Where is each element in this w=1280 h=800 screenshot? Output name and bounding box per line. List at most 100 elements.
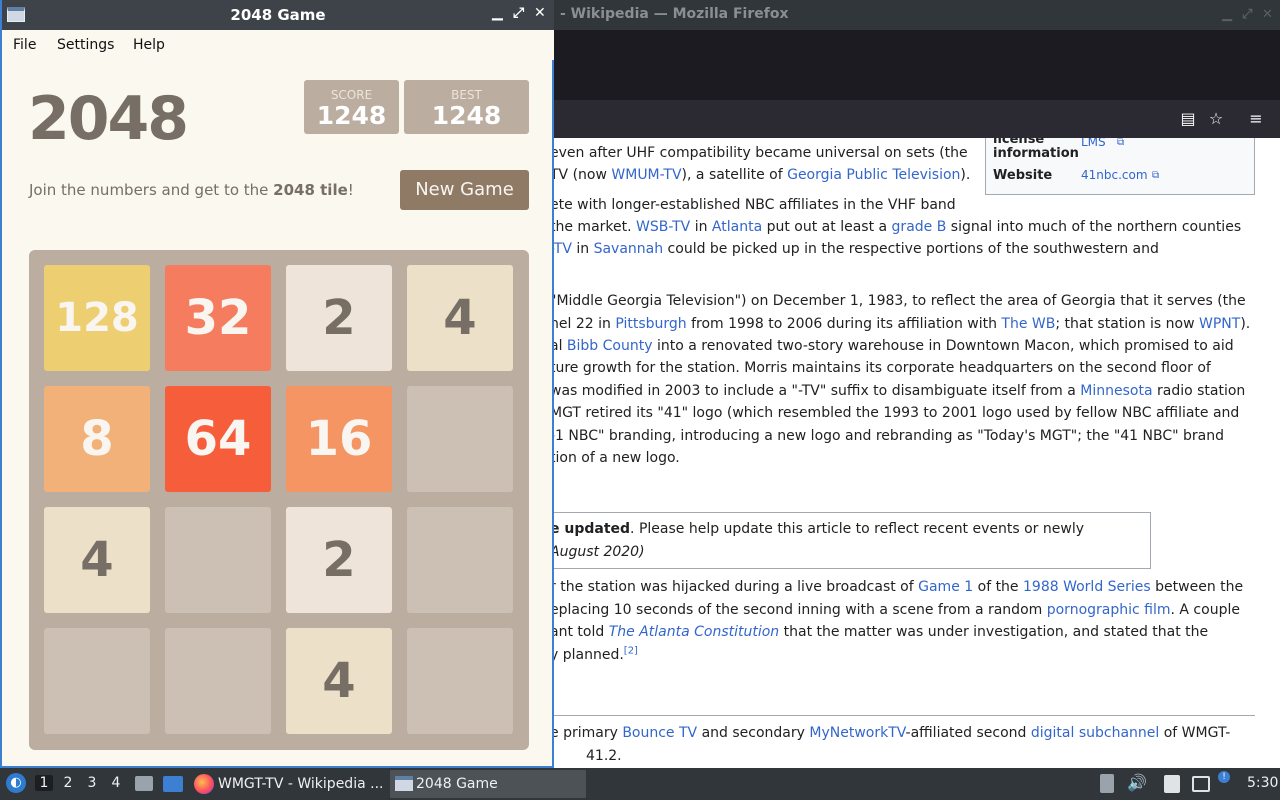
- text-line: y planned.[2]: [550, 645, 638, 665]
- tile-2: 2: [286, 265, 392, 371]
- notice-bold: e updated: [550, 521, 631, 537]
- text: the market.: [550, 219, 637, 235]
- text-line: al Bibb County into a renovated two-stor…: [550, 336, 1234, 356]
- text: ), a satellite of: [681, 167, 788, 183]
- link-wpnt[interactable]: WPNT: [1199, 316, 1240, 332]
- start-menu-icon[interactable]: ◐: [6, 773, 26, 793]
- link-wsb-tv[interactable]: WSB-TV: [636, 219, 690, 235]
- text-line: r the station was hijacked during a live…: [550, 577, 1243, 597]
- link-atlanta-constitution[interactable]: The Atlanta Constitution: [609, 624, 779, 640]
- text-line: 41.2.: [586, 748, 622, 764]
- text: that the matter was under investigation,…: [779, 624, 1209, 640]
- clipboard-icon[interactable]: [1164, 775, 1180, 793]
- firefox-icon: [194, 774, 214, 794]
- network-icon[interactable]: [1192, 776, 1210, 792]
- text: between the: [1150, 579, 1244, 595]
- menu-help[interactable]: Help: [133, 37, 165, 53]
- notification-icon[interactable]: !: [1218, 771, 1230, 783]
- link-pittsburgh[interactable]: Pittsburgh: [615, 316, 686, 332]
- notice-line: e updated. Please help update this artic…: [550, 519, 1084, 539]
- desktop: - Wikipedia — Mozilla Firefox ▁ ⤢ ✕ ▤ ☆ …: [0, 0, 1280, 800]
- link-digital-subchannel[interactable]: digital subchannel: [1031, 725, 1159, 741]
- intro-text: Join the numbers and get to the 2048 til…: [29, 181, 354, 199]
- game-window-title: 2048 Game: [230, 6, 326, 24]
- text-line: ant told The Atlanta Constitution that t…: [550, 622, 1208, 642]
- bookmark-star-icon[interactable]: ☆: [1206, 109, 1226, 129]
- game-titlebar[interactable]: 2048 Game ▁ ⤢ ✕: [2, 0, 554, 30]
- best-label: BEST: [451, 88, 482, 102]
- workspace-4[interactable]: 4: [107, 775, 125, 791]
- app-icon: [395, 776, 413, 791]
- text-line: eplacing 10 seconds of the second inning…: [550, 600, 1240, 620]
- text: r the station was hijacked during a live…: [550, 579, 919, 595]
- link-mynetworktv[interactable]: MyNetworkTV: [809, 725, 905, 741]
- game-window[interactable]: 2048 Game ▁ ⤢ ✕ File Settings Help 2048 …: [0, 0, 554, 768]
- clock[interactable]: 5:30: [1247, 775, 1278, 791]
- link-savannah[interactable]: Savannah: [594, 241, 664, 257]
- text: of the: [973, 579, 1023, 595]
- taskbar-item-label: WMGT-TV - Wikipedia ...: [218, 776, 384, 792]
- link-game-1[interactable]: Game 1: [918, 579, 973, 595]
- menu-icon[interactable]: ≡: [1246, 109, 1266, 129]
- text-line: was modified in 2003 to include a "-TV" …: [550, 381, 1245, 401]
- infobox-link-lms[interactable]: LMS: [1081, 138, 1106, 149]
- text: y planned.: [550, 647, 624, 663]
- workspace-2[interactable]: 2: [59, 775, 77, 791]
- citation-link[interactable]: [2]: [624, 645, 638, 656]
- best-box: BEST 1248: [404, 80, 529, 134]
- menu-file[interactable]: File: [13, 37, 36, 53]
- workspace-1[interactable]: 1: [35, 775, 53, 791]
- text: ; that station is now: [1055, 316, 1200, 332]
- volume-icon[interactable]: 🔊: [1127, 773, 1147, 792]
- text-line: ete with longer-established NBC affiliat…: [550, 197, 956, 213]
- link-bibb-county[interactable]: Bibb County: [567, 338, 653, 354]
- text: TV (now: [550, 167, 612, 183]
- maximize-icon[interactable]: ⤢: [1242, 7, 1252, 22]
- text-line: tion of a new logo.: [550, 450, 680, 466]
- link-minnesota[interactable]: Minnesota: [1080, 383, 1152, 399]
- text: and secondary: [697, 725, 810, 741]
- intro-bold: 2048 tile: [273, 181, 348, 199]
- score-value: 1248: [316, 101, 387, 130]
- close-icon[interactable]: ✕: [1262, 7, 1273, 22]
- menu-settings[interactable]: Settings: [57, 37, 114, 53]
- tile-4: 4: [407, 265, 513, 371]
- link-atlanta[interactable]: Atlanta: [712, 219, 762, 235]
- taskbar-item-2048[interactable]: 2048 Game: [390, 770, 586, 798]
- empty-cell: [165, 628, 271, 734]
- link-grade-b[interactable]: grade B: [892, 219, 947, 235]
- link-the-wb[interactable]: The WB: [1001, 316, 1055, 332]
- text: into a renovated two-story warehouse in …: [652, 338, 1234, 354]
- game-heading: 2048: [28, 84, 189, 154]
- minimize-icon[interactable]: ▁: [1222, 7, 1232, 22]
- reader-view-icon[interactable]: ▤: [1178, 109, 1198, 129]
- maximize-icon[interactable]: ⤢: [513, 5, 524, 21]
- close-icon[interactable]: ✕: [534, 5, 546, 21]
- link-pornographic-film[interactable]: pornographic film: [1047, 602, 1171, 618]
- score-label: SCORE: [330, 88, 373, 102]
- section-divider: [545, 715, 1255, 716]
- text-line: even after UHF compatibility became univ…: [550, 145, 968, 161]
- game-board[interactable]: 128 32 2 4 8 64 16 4 2 4: [29, 250, 529, 750]
- desktop-icon[interactable]: [163, 776, 183, 792]
- infobox-link-website[interactable]: 41nbc.com: [1081, 168, 1148, 182]
- text: put out at least a: [762, 219, 892, 235]
- workspace-3[interactable]: 3: [83, 775, 101, 791]
- minimize-icon[interactable]: ▁: [492, 5, 503, 21]
- text-line: the market. WSB-TV in Atlanta put out at…: [550, 217, 1241, 237]
- link-1988-world-series[interactable]: 1988 World Series: [1023, 579, 1151, 595]
- external-link-icon: ⧉: [1152, 170, 1160, 181]
- link-bounce-tv[interactable]: Bounce TV: [622, 725, 697, 741]
- file-manager-icon[interactable]: [135, 776, 153, 791]
- text: !: [347, 181, 354, 199]
- new-game-button[interactable]: New Game: [400, 170, 529, 210]
- empty-cell: [165, 507, 271, 613]
- link-wmum-tv[interactable]: WMUM-TV: [611, 167, 681, 183]
- text: in: [690, 219, 712, 235]
- removable-drive-icon[interactable]: [1100, 774, 1114, 793]
- taskbar-item-firefox[interactable]: WMGT-TV - Wikipedia ...: [192, 770, 388, 798]
- text-line: -1 NBC" branding, introducing a new logo…: [550, 428, 1225, 444]
- link-georgia-public-television[interactable]: Georgia Public Television: [787, 167, 960, 183]
- empty-cell: [44, 628, 150, 734]
- tile-128: 128: [44, 265, 150, 371]
